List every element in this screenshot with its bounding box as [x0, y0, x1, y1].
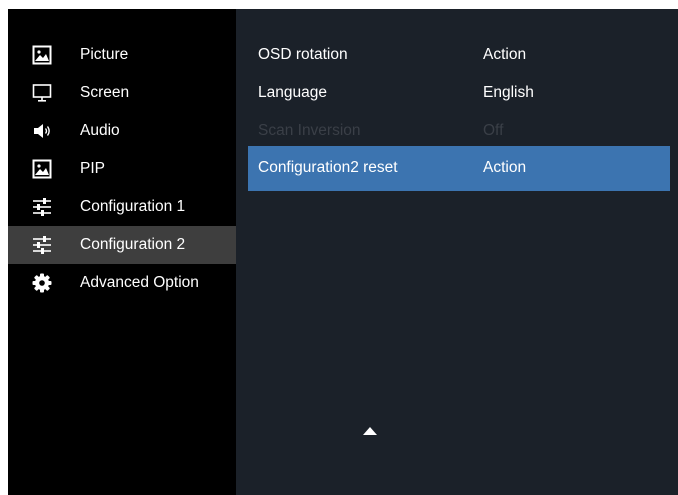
setting-value: Action [483, 46, 527, 63]
sidebar-item-label: Configuration 2 [80, 236, 186, 253]
picture-icon [32, 159, 52, 179]
setting-value: Off [483, 122, 504, 139]
sidebar-item-picture[interactable]: Picture [8, 36, 236, 74]
sliders-icon [33, 198, 51, 216]
settings-panel: OSD rotation Action Language English Sca… [236, 9, 678, 495]
sliders-icon [33, 236, 51, 254]
triangle-up-icon[interactable] [363, 427, 377, 435]
sidebar-item-configuration-1[interactable]: Configuration 1 [8, 188, 236, 226]
setting-name: Scan Inversion [258, 122, 361, 139]
sidebar-item-advanced-option[interactable]: Advanced Option [8, 264, 236, 302]
sidebar: Picture Screen Audio PIP Configuration 1… [8, 9, 236, 495]
monitor-icon [32, 84, 52, 102]
setting-name: Language [258, 84, 327, 101]
speaker-icon [34, 124, 50, 138]
sidebar-item-label: Advanced Option [80, 274, 199, 291]
sidebar-item-audio[interactable]: Audio [8, 112, 236, 150]
gear-icon [32, 273, 52, 293]
picture-icon [32, 45, 52, 65]
setting-value: English [483, 84, 534, 101]
setting-name: Configuration2 reset [258, 159, 398, 176]
sidebar-item-label: Audio [80, 122, 120, 139]
setting-name: OSD rotation [258, 46, 348, 63]
setting-row-osd-rotation[interactable]: OSD rotation Action [248, 36, 670, 74]
sidebar-item-screen[interactable]: Screen [8, 74, 236, 112]
setting-row-language[interactable]: Language English [248, 74, 670, 112]
sidebar-item-label: Picture [80, 46, 129, 63]
setting-row-scan-inversion: Scan Inversion Off [248, 112, 670, 150]
sidebar-item-label: PIP [80, 160, 105, 177]
sidebar-item-configuration-2[interactable]: Configuration 2 [8, 226, 236, 264]
osd-menu: Picture Screen Audio PIP Configuration 1… [8, 9, 678, 495]
sidebar-item-label: Screen [80, 84, 130, 101]
setting-row-configuration2-reset[interactable]: Configuration2 reset Action [248, 146, 670, 191]
setting-value: Action [483, 159, 527, 176]
sidebar-item-label: Configuration 1 [80, 198, 186, 215]
sidebar-item-pip[interactable]: PIP [8, 150, 236, 188]
